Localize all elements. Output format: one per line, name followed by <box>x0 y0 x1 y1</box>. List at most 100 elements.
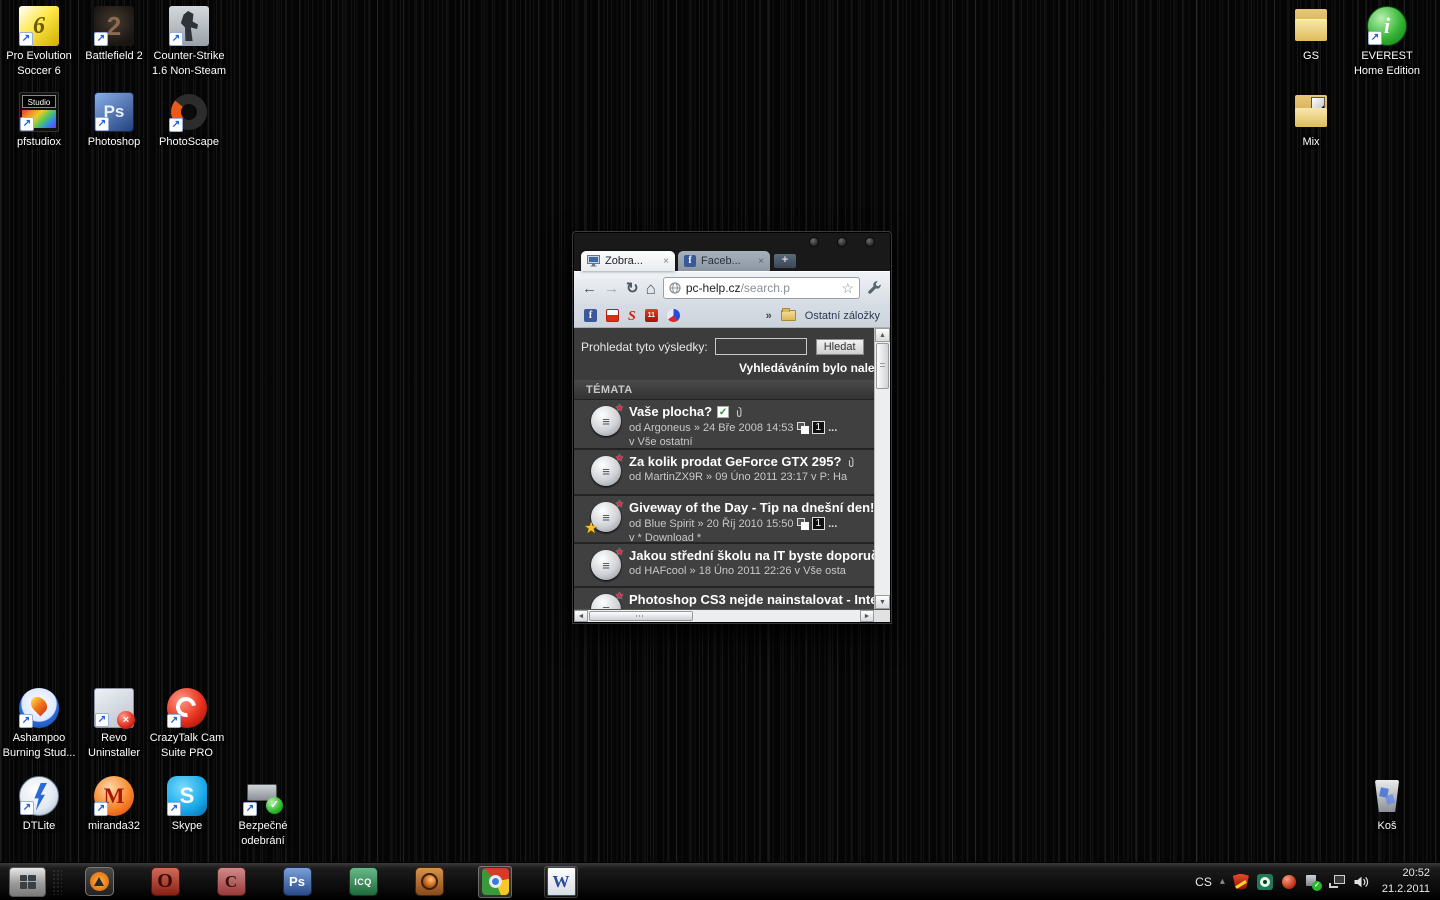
taskbar-item-photoshop[interactable]: Ps <box>280 866 314 898</box>
icon-label: GS <box>1272 49 1350 64</box>
red-star-icon: ★ <box>615 499 624 510</box>
desktop-icon-crazytalk[interactable]: ↗ CrazyTalk Cam Suite PRO <box>148 688 226 761</box>
comodo-tray-icon[interactable] <box>1233 874 1249 890</box>
desktop-icon-everest[interactable]: i↗ EVEREST Home Edition <box>1348 6 1426 79</box>
desktop-icon-revo[interactable]: ×↗ Revo Uninstaller <box>75 688 153 761</box>
taskbar-item-aimp[interactable] <box>82 866 116 898</box>
pages-icon[interactable] <box>797 518 809 530</box>
revo-icon: ×↗ <box>94 688 134 728</box>
desktop-icon-safe-remove[interactable]: ✓↗ Bezpečné odebrání <box>224 776 302 849</box>
close-tab-icon[interactable]: × <box>758 256 764 267</box>
desktop-icon-dtlite[interactable]: ↗ DTLite <box>0 776 78 834</box>
vertical-scrollbar[interactable]: ▲ ▼ <box>874 328 890 609</box>
bookmark-youtube-icon[interactable] <box>606 309 619 322</box>
shortcut-arrow-icon: ↗ <box>94 32 108 46</box>
taskbar-item-opera[interactable]: O <box>148 866 182 898</box>
page-number-badge[interactable]: 1 <box>812 517 826 530</box>
vertical-scroll-thumb[interactable] <box>876 343 889 389</box>
taskbar-item-comodo-dragon[interactable]: C <box>214 866 248 898</box>
search-input[interactable] <box>715 338 807 355</box>
desktop-icon-battlefield2[interactable]: 2↗ Battlefield 2 <box>75 6 153 64</box>
close-button[interactable] <box>865 237 875 247</box>
horizontal-scrollbar[interactable]: ◄ ► <box>574 609 890 622</box>
netlimiter-tray-icon[interactable] <box>1281 874 1297 890</box>
tab-zobrazit[interactable]: Zobra... × <box>581 251 675 271</box>
desktop-icon-skype[interactable]: S↗ Skype <box>148 776 226 834</box>
red-star-icon: ★ <box>615 403 624 414</box>
scroll-down-arrow[interactable]: ▼ <box>875 595 890 609</box>
shortcut-arrow-icon: ↗ <box>169 118 183 132</box>
topic-title-link[interactable]: Za kolik prodat GeForce GTX 295? <box>629 454 841 469</box>
window-titlebar[interactable] <box>574 233 890 250</box>
tab-label: Zobra... <box>605 255 659 267</box>
network-tray-icon[interactable] <box>1329 874 1345 890</box>
address-bar[interactable]: pc-help.cz/search.p ☆ <box>663 277 860 299</box>
desktop-icon-recycle-bin[interactable]: Koš <box>1348 776 1426 834</box>
taskbar-item-word[interactable]: W <box>544 866 578 898</box>
shortcut-arrow-icon: ↗ <box>243 802 257 816</box>
scroll-track[interactable] <box>694 610 860 622</box>
maximize-button[interactable] <box>837 237 847 247</box>
desktop-icon-mix-folder[interactable]: Mix <box>1272 92 1350 150</box>
bookmark-star-icon[interactable]: ☆ <box>841 280 854 297</box>
taskbar-item-chrome[interactable] <box>478 866 512 898</box>
start-button[interactable] <box>9 867 46 897</box>
icon-label: Mix <box>1272 135 1350 150</box>
desktop-icon-counterstrike[interactable]: ↗ Counter-Strike 1.6 Non-Steam <box>150 6 228 79</box>
desktop-icon-photoshop[interactable]: Ps↗ Photoshop <box>75 92 153 150</box>
topic-forum-link[interactable]: v * Download * <box>629 532 701 542</box>
forward-button[interactable]: → <box>604 281 619 296</box>
topic-title-link[interactable]: Vaše plocha? <box>629 404 712 419</box>
desktop-icon-pfstudiox[interactable]: Studio↗ pfstudiox <box>0 92 78 150</box>
icon-label: miranda32 <box>75 819 153 834</box>
antivirus-eye-tray-icon[interactable] <box>1257 874 1273 890</box>
scroll-left-arrow[interactable]: ◄ <box>574 610 588 622</box>
tab-facebook[interactable]: f Faceb... × <box>678 251 770 271</box>
topic-title-link[interactable]: Jakou střední školu na IT byste doporuči <box>629 548 874 563</box>
bookmarks-overflow-icon[interactable]: » <box>766 310 772 322</box>
taskbar: O C Ps ICQ W CS ▴ ✓ 20:52 21.2.2011 <box>0 862 1440 900</box>
desktop-icon-gs-folder[interactable]: GS <box>1272 6 1350 64</box>
scroll-up-arrow[interactable]: ▲ <box>875 328 890 342</box>
solved-check-icon: ✓ <box>717 406 729 418</box>
topic-forum-link[interactable]: v Vše ostatní <box>629 436 693 448</box>
wrench-menu-icon[interactable] <box>867 281 882 296</box>
bookmark-shield-icon[interactable]: 11 <box>645 309 658 322</box>
taskbar-item-icq[interactable]: ICQ <box>346 866 380 898</box>
bookmark-s-icon[interactable]: S <box>628 309 636 322</box>
desktop-icon-photoscape[interactable]: ↗ PhotoScape <box>150 92 228 150</box>
icon-label: Skype <box>148 819 226 834</box>
home-button[interactable]: ⌂ <box>646 280 656 297</box>
reload-button[interactable]: ↻ <box>626 281 639 296</box>
scroll-right-arrow[interactable]: ► <box>860 610 874 622</box>
more-pages[interactable]: ... <box>828 518 837 530</box>
language-indicator[interactable]: CS <box>1195 875 1212 889</box>
safely-remove-tray-icon[interactable]: ✓ <box>1305 874 1321 890</box>
back-button[interactable]: ← <box>582 281 597 296</box>
taskbar-item-firefox[interactable] <box>412 866 446 898</box>
horizontal-scroll-thumb[interactable] <box>589 611 693 621</box>
taskbar-clock[interactable]: 20:52 21.2.2011 <box>1382 866 1430 897</box>
minimize-button[interactable] <box>809 237 819 247</box>
close-tab-icon[interactable]: × <box>663 256 669 267</box>
search-button[interactable]: Hledat <box>816 339 864 355</box>
new-tab-button[interactable]: + <box>774 254 796 268</box>
lightning-glyph <box>33 783 47 811</box>
topic-title-link[interactable]: Giveway of the Day - Tip na dnešní den! <box>629 500 874 515</box>
desktop-icon-miranda[interactable]: M↗ miranda32 <box>75 776 153 834</box>
more-pages[interactable]: ... <box>828 422 837 434</box>
topic-row: ≡★ Vaše plocha?✓ od Argoneus » 24 Bře 20… <box>574 400 874 448</box>
desktop-icon-pes6[interactable]: 6↗ Pro Evolution Soccer 6 <box>0 6 78 79</box>
show-hidden-icons-button[interactable]: ▴ <box>1220 876 1225 887</box>
bookmark-facebook-icon[interactable]: f <box>584 309 597 322</box>
pages-icon[interactable] <box>797 422 809 434</box>
bookmark-sparkle-icon[interactable] <box>667 309 680 322</box>
battlefield2-icon: 2↗ <box>94 6 134 46</box>
other-bookmarks-folder-icon[interactable] <box>781 310 796 321</box>
topic-list: ≡★ Vaše plocha?✓ od Argoneus » 24 Bře 20… <box>574 400 874 609</box>
page-number-badge[interactable]: 1 <box>812 421 826 434</box>
desktop-icon-ashampoo[interactable]: ↗ Ashampoo Burning Stud... <box>0 688 78 761</box>
volume-tray-icon[interactable] <box>1353 874 1370 890</box>
topic-title-link[interactable]: Photoshop CS3 nejde nainstalovat - Inter <box>629 592 874 607</box>
other-bookmarks-label[interactable]: Ostatní záložky <box>805 310 880 322</box>
